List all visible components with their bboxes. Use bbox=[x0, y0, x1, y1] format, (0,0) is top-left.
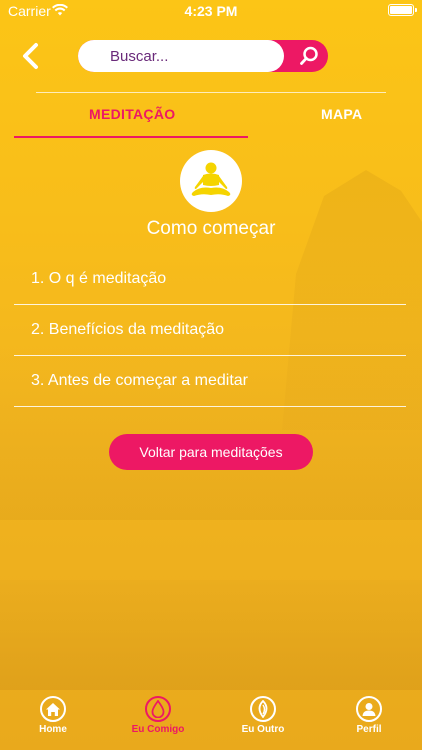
list-item[interactable]: 2. Benefícios da meditação bbox=[14, 305, 406, 356]
section-title: Como começar bbox=[146, 218, 276, 239]
tabbar-label: Home bbox=[39, 724, 67, 735]
background-river bbox=[0, 580, 422, 690]
back-button[interactable] bbox=[18, 40, 46, 72]
topic-label: 3. Antes de começar a meditar bbox=[31, 372, 248, 389]
tabbar-label: Eu Comigo bbox=[131, 724, 185, 735]
tabbar-item-eu-comigo[interactable]: Eu Comigo bbox=[118, 696, 198, 735]
topic-label: 2. Benefícios da meditação bbox=[31, 321, 225, 338]
drop-icon bbox=[145, 696, 171, 722]
chevron-left-icon bbox=[23, 43, 38, 69]
leaf-icon bbox=[250, 696, 276, 722]
search-button[interactable] bbox=[298, 45, 320, 67]
list-item[interactable]: 1. O q é meditação bbox=[14, 254, 406, 305]
tabbar-item-perfil[interactable]: Perfil bbox=[329, 696, 409, 735]
search-icon bbox=[300, 46, 318, 65]
header-divider bbox=[36, 92, 386, 93]
tabbar-label: Perfil bbox=[356, 724, 382, 735]
topic-label: 1. O q é meditação bbox=[31, 270, 167, 287]
search-bar bbox=[78, 40, 328, 72]
home-icon bbox=[40, 696, 66, 722]
back-to-meditations-button[interactable]: Voltar para meditações bbox=[109, 434, 313, 470]
active-tab-indicator bbox=[14, 136, 248, 138]
meditation-avatar bbox=[180, 150, 242, 212]
tabbar-label: Eu Outro bbox=[241, 724, 285, 735]
topic-list: 1. O q é meditação 2. Benefícios da medi… bbox=[14, 254, 406, 407]
list-item[interactable]: 3. Antes de começar a meditar bbox=[14, 356, 406, 407]
tab-mapa[interactable]: MAPA bbox=[321, 106, 362, 122]
status-time: 4:23 PM bbox=[184, 3, 238, 19]
user-icon bbox=[356, 696, 382, 722]
tab-meditacao[interactable]: MEDITAÇÃO bbox=[89, 106, 175, 122]
battery-icon bbox=[388, 4, 417, 16]
tabbar-item-home[interactable]: Home bbox=[13, 696, 93, 735]
search-input-wrap bbox=[78, 40, 284, 72]
status-bar: Carrier 4:23 PM bbox=[0, 0, 422, 22]
tabbar-item-eu-outro[interactable]: Eu Outro bbox=[223, 696, 303, 735]
search-input[interactable] bbox=[110, 40, 280, 72]
meditation-pose-icon bbox=[191, 162, 231, 196]
